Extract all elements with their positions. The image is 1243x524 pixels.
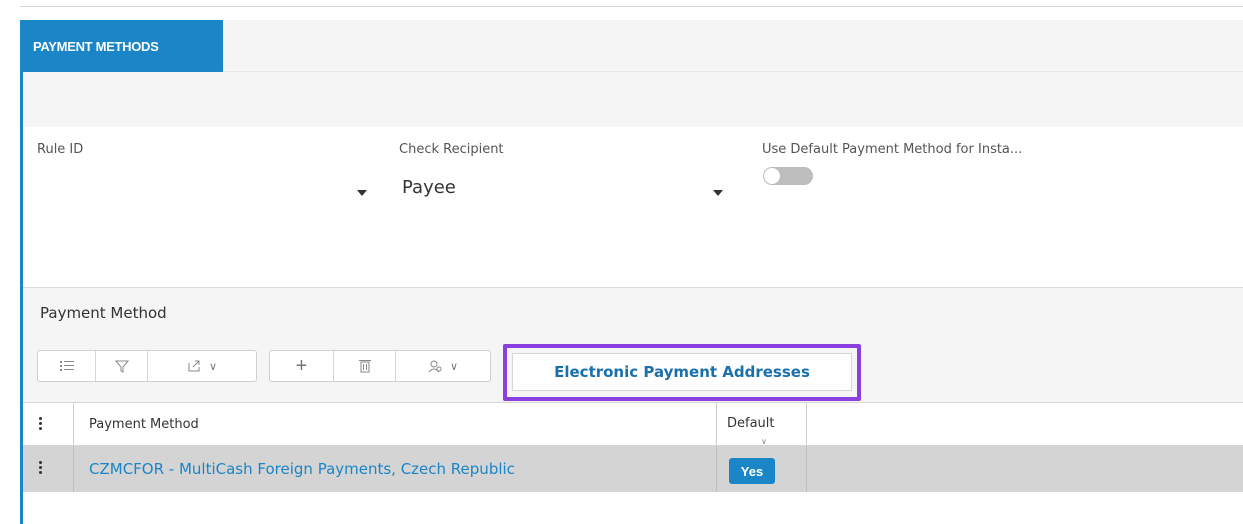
rule-id-dropdown-icon[interactable] [357,190,367,196]
column-divider [806,403,807,447]
edit-button-group: + ∨ [269,350,491,382]
check-recipient-dropdown-icon[interactable] [713,190,723,196]
check-recipient-label: Check Recipient [399,142,504,157]
filter-icon [114,360,129,373]
check-recipient-select[interactable]: Payee [402,177,456,198]
table-row[interactable]: CZMCFOR - MultiCash Foreign Payments, Cz… [23,446,1243,492]
export-button[interactable]: ∨ [148,351,256,381]
add-button[interactable]: + [270,351,334,381]
filter-button[interactable] [96,351,148,381]
payment-method-link[interactable]: CZMCFOR - MultiCash Foreign Payments, Cz… [89,460,515,478]
add-icon: + [295,354,308,377]
view-button-group: ∨ [37,350,257,382]
page: PAYMENT METHODS Rule ID Check Recipient … [0,0,1243,524]
form-area: Rule ID Check Recipient Payee Use Defaul… [23,127,1243,287]
delete-icon [358,360,371,373]
use-default-toggle[interactable] [763,167,813,185]
top-divider [20,6,1243,7]
column-divider [716,403,717,447]
settings-icon [428,360,442,373]
list-icon [59,361,74,371]
header-menu-icon[interactable] [39,417,42,430]
delete-button[interactable] [334,351,396,381]
toggle-knob [764,168,780,184]
section-header: Payment Method [23,288,1243,338]
default-badge: Yes [729,458,775,484]
payment-methods-panel: PAYMENT METHODS Rule ID Check Recipient … [20,20,1243,524]
header-strip [23,72,1243,127]
grid-header: Payment Method Default ∨ [23,402,1243,447]
use-default-label: Use Default Payment Method for Insta... [762,142,1023,157]
toolbar: ∨ + ∨ Electronic Payment Addresses [23,338,1243,402]
sort-chevron-icon[interactable]: ∨ [761,437,767,446]
electronic-payment-addresses-button[interactable]: Electronic Payment Addresses [512,353,852,391]
column-divider [73,403,74,447]
section-title: Payment Method [40,304,167,322]
export-icon [188,360,200,372]
column-divider [806,446,807,492]
column-divider [73,446,74,492]
column-divider [716,446,717,492]
tab-bar: PAYMENT METHODS [23,20,1243,72]
tab-payment-methods[interactable]: PAYMENT METHODS [23,20,223,72]
chevron-down-icon: ∨ [449,360,459,373]
payment-method-grid: Payment Method Default ∨ CZMCFOR - Multi… [23,402,1243,524]
chevron-down-icon: ∨ [208,360,218,373]
row-menu-icon[interactable] [39,461,42,474]
column-header-default[interactable]: Default [727,416,775,431]
personalize-button[interactable]: ∨ [396,351,490,381]
rule-id-label: Rule ID [37,142,84,157]
column-chooser-button[interactable] [38,351,96,381]
column-header-payment-method[interactable]: Payment Method [89,417,199,432]
